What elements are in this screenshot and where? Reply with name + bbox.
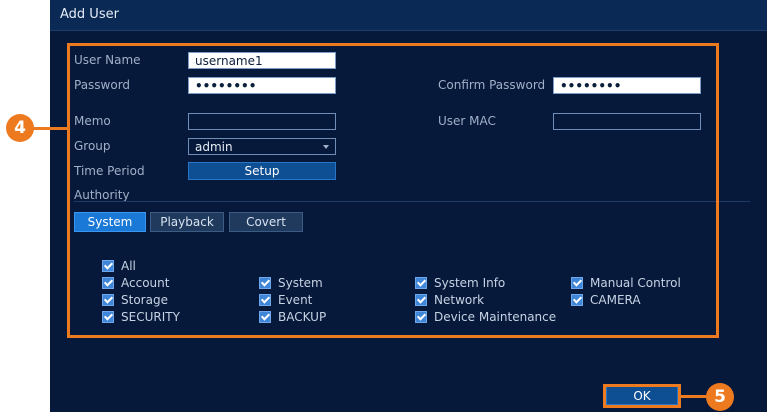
annotation-leader-line [33,127,68,130]
annotation-leader-line [680,395,708,398]
dialog-titlebar: Add User [50,0,767,31]
dialog-title: Add User [60,7,119,22]
annotation-highlight-form [67,43,719,338]
step-badge-5: 5 [706,383,734,411]
step-badge-4: 4 [6,114,34,142]
annotation-highlight-ok [603,384,681,408]
